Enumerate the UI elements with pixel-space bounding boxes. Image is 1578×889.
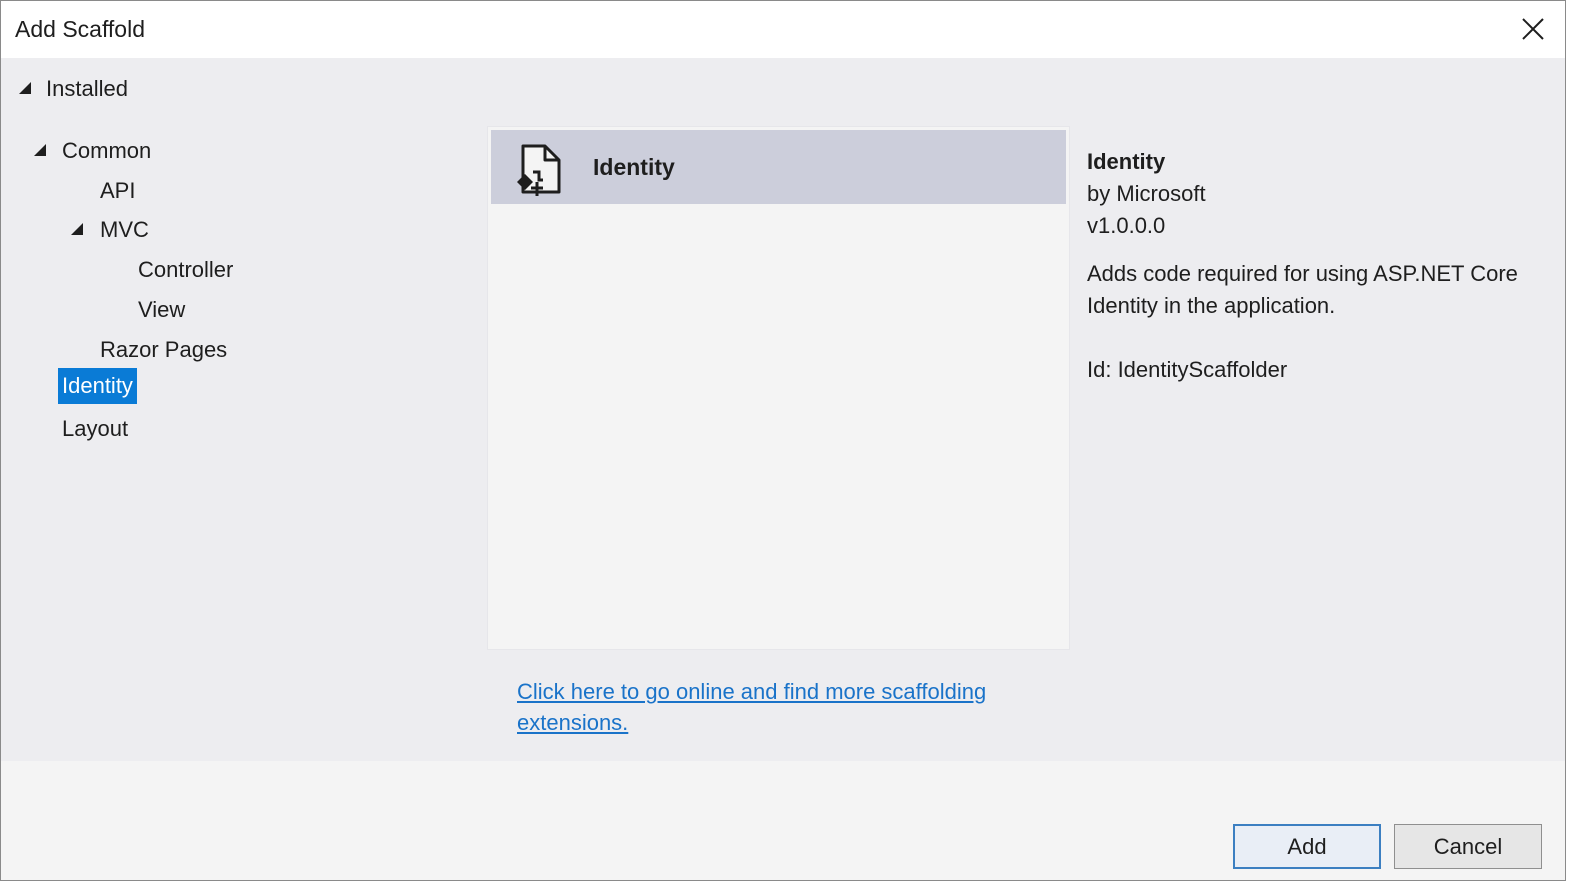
scaffold-file-icon [513, 142, 563, 200]
tree-node-api[interactable]: API [100, 177, 135, 205]
list-item-label: Identity [593, 154, 675, 180]
details-panel: Identity by Microsoft v1.0.0.0 Adds code… [1087, 146, 1557, 386]
tree-node-controller[interactable]: Controller [138, 256, 233, 284]
tree-node-mvc[interactable]: MVC [100, 216, 149, 244]
tree-node-installed[interactable]: Installed [46, 75, 128, 103]
tree-node-common[interactable]: Common [62, 137, 151, 165]
cancel-button[interactable]: Cancel [1394, 824, 1542, 869]
scaffolder-list: Identity [487, 126, 1070, 650]
details-description: Adds code required for using ASP.NET Cor… [1087, 261, 1518, 318]
dialog-title: Add Scaffold [15, 16, 146, 42]
close-icon[interactable] [1519, 15, 1547, 43]
add-scaffold-dialog: Add Scaffold Installed Common API MVC Co… [0, 0, 1566, 881]
details-title: Identity [1087, 149, 1166, 174]
details-id: Id: IdentityScaffolder [1087, 357, 1288, 382]
expand-arrow-icon[interactable] [19, 82, 31, 94]
expand-arrow-icon[interactable] [34, 144, 46, 156]
tree-node-view[interactable]: View [138, 296, 185, 324]
dialog-body: Installed Common API MVC Controller View… [1, 58, 1565, 761]
title-bar: Add Scaffold [1, 1, 1565, 58]
add-button[interactable]: Add [1233, 824, 1381, 869]
details-version: v1.0.0.0 [1087, 213, 1166, 238]
list-item-identity[interactable]: Identity [491, 130, 1066, 204]
tree-node-razor-pages[interactable]: Razor Pages [100, 336, 227, 364]
tree-node-layout[interactable]: Layout [62, 415, 128, 443]
expand-arrow-icon[interactable] [71, 223, 83, 235]
details-author: by Microsoft [1087, 181, 1206, 206]
tree-node-identity[interactable]: Identity [58, 368, 137, 404]
online-extensions-link[interactable]: Click here to go online and find more sc… [517, 676, 1057, 738]
